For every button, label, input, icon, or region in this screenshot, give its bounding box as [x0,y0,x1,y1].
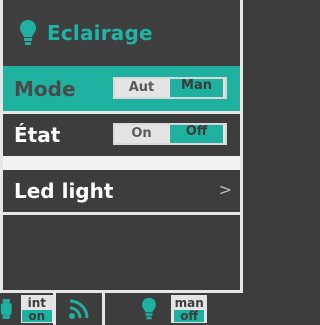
header: Eclairage [3,0,240,66]
chevron-right-icon: > [218,180,232,199]
page-title: Eclairage [47,21,153,45]
etat-label: État [14,123,61,147]
led-light-label: Led light [14,179,114,203]
wireless-cell[interactable] [56,293,103,325]
mode-toggle[interactable]: Aut Man [113,77,227,99]
int-label: int [27,295,46,310]
led-light-row[interactable]: Led light > [3,170,240,212]
int-on-badge: int on [20,295,53,323]
man-off-badge: man off [171,295,208,323]
man-status-cell[interactable]: man off [105,293,243,325]
divider [3,156,240,170]
mode-option-aut[interactable]: Aut [115,79,168,97]
lightbulb-icon [142,297,157,320]
bottom-bar: int on man off [0,290,243,325]
watch-icon [0,299,12,319]
mode-row: Mode Aut Man [3,66,240,111]
wireless-signal-icon [69,299,89,319]
etat-toggle[interactable]: On Off [113,123,227,145]
etat-option-on[interactable]: On [115,125,168,143]
lightbulb-icon [20,20,36,45]
man-label: man [174,295,204,310]
int-status-cell[interactable]: int on [0,293,53,325]
man-state: off [174,309,205,322]
divider [3,212,240,215]
etat-option-off[interactable]: Off [170,125,223,143]
etat-row: État On Off [3,114,240,156]
mode-label: Mode [14,76,76,101]
int-state: on [21,309,52,322]
mode-option-man[interactable]: Man [170,79,223,97]
